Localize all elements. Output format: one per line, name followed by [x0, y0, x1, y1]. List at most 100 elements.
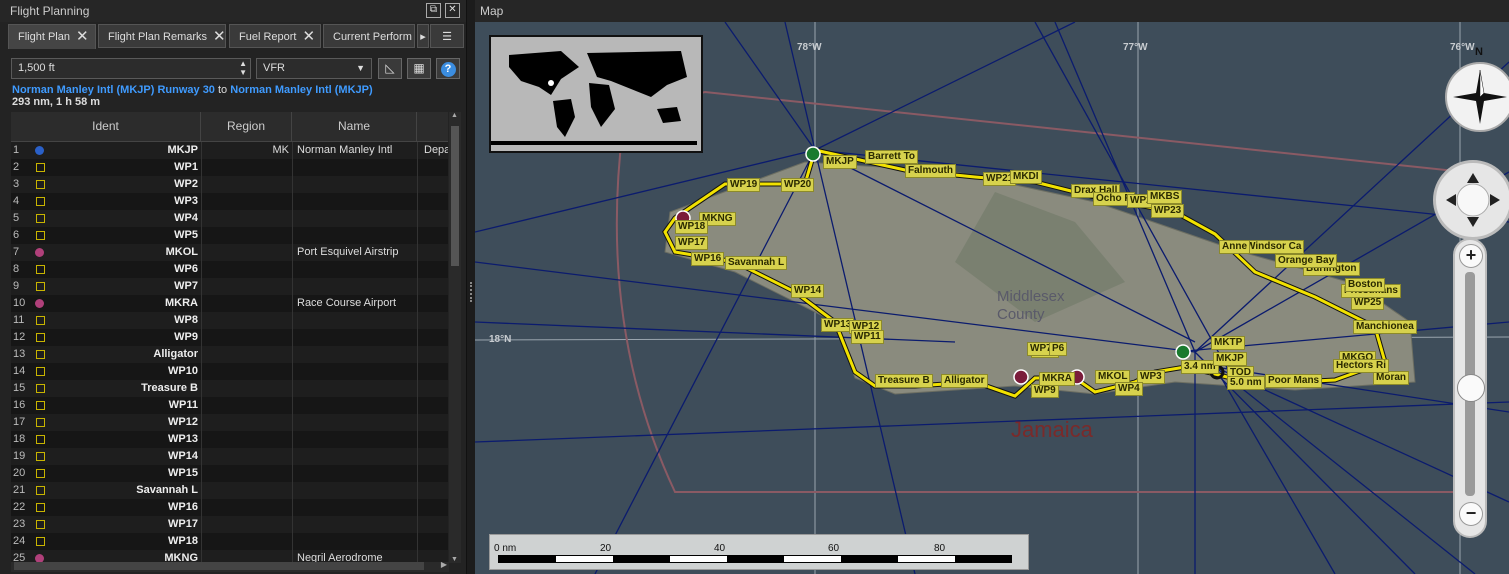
table-row[interactable]: 13 Alligator: [11, 346, 448, 363]
route-point-label[interactable]: WP4: [1115, 382, 1143, 396]
performance-button[interactable]: ▦: [407, 58, 431, 79]
flight-planning-panel: Flight Planning ⧉ ✕ Flight Plan ✕ Flight …: [0, 0, 467, 574]
scroll-right-icon[interactable]: ▶: [441, 560, 447, 569]
route-point-label[interactable]: Treasure B: [875, 374, 933, 388]
table-row[interactable]: 3 WP2: [11, 176, 448, 193]
table-row[interactable]: 16 WP11: [11, 397, 448, 414]
column-header-type[interactable]: [417, 112, 448, 141]
type-cell: Depa: [424, 144, 448, 156]
route-point-label[interactable]: MKDI: [1010, 170, 1042, 184]
tab-current-performance[interactable]: Current Perform: [323, 24, 415, 48]
route-point-label[interactable]: Orange Bay: [1275, 254, 1338, 268]
route-point-label[interactable]: Windsor Ca: [1243, 240, 1305, 254]
table-row[interactable]: 6 WP5: [11, 227, 448, 244]
column-header-name[interactable]: Name: [292, 112, 417, 141]
airport-mkra-marker[interactable]: [1013, 369, 1029, 385]
route-point-label[interactable]: Alligator: [941, 374, 988, 388]
table-horizontal-scrollbar[interactable]: ▶: [11, 560, 449, 572]
help-button[interactable]: ?: [436, 58, 460, 79]
zoom-in-button[interactable]: +: [1459, 244, 1483, 268]
tab-list-icon[interactable]: ☰: [430, 24, 464, 48]
table-row[interactable]: 1 MKJP MK Norman Manley Intl Depa: [11, 142, 448, 159]
altitude-spinbox[interactable]: 1,500 ft ▲ ▼: [11, 58, 251, 79]
route-point-label[interactable]: WP14: [791, 284, 825, 298]
route-point-label[interactable]: Barrett To: [865, 150, 919, 164]
route-point-label[interactable]: 5.0 nm: [1227, 376, 1265, 390]
route-point-label[interactable]: WP16: [691, 252, 725, 266]
table-row[interactable]: 7 MKOL Port Esquivel Airstrip: [11, 244, 448, 261]
route-point-label[interactable]: Poor Mans: [1265, 374, 1323, 388]
waypoint-icon: [36, 435, 45, 444]
route-point-label[interactable]: WP18: [675, 220, 709, 234]
table-vertical-scrollbar[interactable]: ▲ ▼: [449, 112, 461, 563]
pan-control[interactable]: [1433, 160, 1509, 240]
table-row[interactable]: 22 WP16: [11, 499, 448, 516]
zoom-out-button[interactable]: −: [1459, 502, 1483, 526]
table-row[interactable]: 17 WP12: [11, 414, 448, 431]
table-row[interactable]: 14 WP10: [11, 363, 448, 380]
scroll-down-icon[interactable]: ▼: [451, 556, 458, 563]
panel-splitter[interactable]: [467, 0, 475, 574]
airport-mkjp-marker[interactable]: [805, 146, 821, 162]
route-destination-link[interactable]: Norman Manley Intl (MKJP): [230, 84, 372, 96]
table-row[interactable]: 10 MKRA Race Course Airport: [11, 295, 448, 312]
route-point-label[interactable]: MKRA: [1039, 372, 1075, 386]
route-point-label[interactable]: MKTP: [1211, 336, 1246, 350]
route-point-label[interactable]: WP19: [727, 178, 761, 192]
hscroll-thumb[interactable]: [14, 562, 424, 570]
column-header-ident[interactable]: Ident: [11, 112, 201, 141]
route-point-label[interactable]: WP25: [1351, 296, 1385, 310]
table-row[interactable]: 15 Treasure B: [11, 380, 448, 397]
tab-fuel-report[interactable]: Fuel Report ✕: [229, 24, 321, 48]
table-row[interactable]: 19 WP14: [11, 448, 448, 465]
table-row[interactable]: 24 WP18: [11, 533, 448, 550]
spin-arrows-icon[interactable]: ▲ ▼: [239, 59, 247, 77]
route-point-label[interactable]: MKJP: [1213, 352, 1247, 366]
route-point-label[interactable]: WP17: [675, 236, 709, 250]
route-point-label[interactable]: MKBS: [1147, 190, 1183, 204]
route-point-label[interactable]: Savannah L: [725, 256, 788, 270]
table-row[interactable]: 8 WP6: [11, 261, 448, 278]
route-point-label[interactable]: Boston: [1345, 278, 1386, 292]
route-point-label[interactable]: Moran: [1373, 371, 1409, 385]
table-row[interactable]: 20 WP15: [11, 465, 448, 482]
table-row[interactable]: 2 WP1: [11, 159, 448, 176]
route-point-label[interactable]: Falmouth: [905, 164, 956, 178]
close-panel-icon[interactable]: ✕: [445, 3, 460, 18]
route-point-label[interactable]: WP9: [1031, 384, 1059, 398]
map-canvas[interactable]: 78°W 77°W 76°W 18°N Jamaica Middlesex Co…: [475, 22, 1509, 574]
table-row[interactable]: 11 WP8: [11, 312, 448, 329]
table-row[interactable]: 4 WP3: [11, 193, 448, 210]
airport-mktp-marker[interactable]: [1175, 344, 1191, 360]
altitude-adjust-button[interactable]: ◺: [378, 58, 402, 79]
close-tab-icon[interactable]: ✕: [302, 25, 315, 47]
route-departure-link[interactable]: Norman Manley Intl (MKJP) Runway 30: [12, 84, 215, 96]
table-row[interactable]: 21 Savannah L: [11, 482, 448, 499]
compass-rose[interactable]: N: [1445, 46, 1509, 132]
detach-icon[interactable]: ⧉: [426, 3, 441, 18]
route-point-label[interactable]: Hectors Ri: [1333, 359, 1390, 373]
column-header-region[interactable]: Region: [201, 112, 292, 141]
close-tab-icon[interactable]: ✕: [76, 25, 89, 49]
zoom-slider-knob[interactable]: [1457, 374, 1485, 402]
route-point-label[interactable]: WP20: [781, 178, 815, 192]
table-row[interactable]: 5 WP4: [11, 210, 448, 227]
tab-scroll-right-icon[interactable]: ▸: [417, 24, 429, 48]
table-row[interactable]: 12 WP9: [11, 329, 448, 346]
tab-flight-plan[interactable]: Flight Plan ✕: [8, 24, 96, 49]
route-point-label[interactable]: Manchionea: [1353, 320, 1417, 334]
world-overview-map[interactable]: [489, 35, 703, 153]
route-point-label[interactable]: MKJP: [823, 155, 857, 169]
route-point-label[interactable]: WP11: [851, 330, 884, 344]
scroll-thumb[interactable]: [451, 126, 459, 266]
scroll-up-icon[interactable]: ▲: [451, 112, 458, 119]
route-point-label[interactable]: Anne: [1219, 240, 1250, 254]
tab-flight-plan-remarks[interactable]: Flight Plan Remarks ✕: [98, 24, 226, 48]
route-point-label[interactable]: WP23: [1151, 204, 1185, 218]
table-row[interactable]: 18 WP13: [11, 431, 448, 448]
table-row[interactable]: 9 WP7: [11, 278, 448, 295]
close-tab-icon[interactable]: ✕: [213, 25, 225, 47]
table-row[interactable]: 23 WP17: [11, 516, 448, 533]
route-point-label[interactable]: P6: [1049, 342, 1068, 356]
flight-rules-select[interactable]: VFR ▼: [256, 58, 372, 79]
